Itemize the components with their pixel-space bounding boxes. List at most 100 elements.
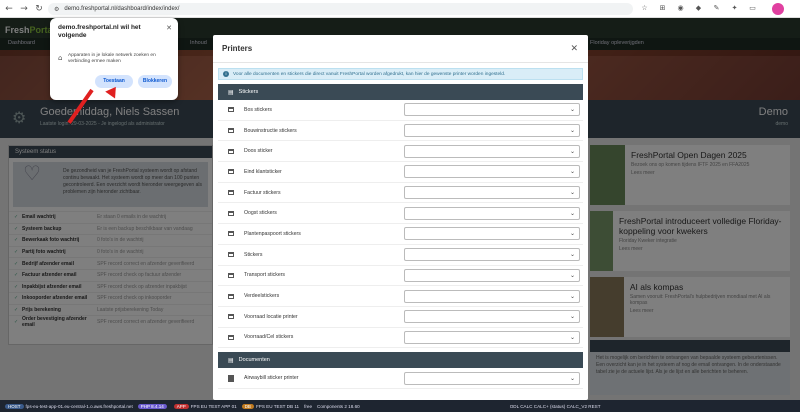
status-taskbar: HOST fps-eu-test-app-01.eu-central-1.o.aw… bbox=[0, 400, 800, 412]
forward-icon[interactable]: → bbox=[18, 3, 30, 15]
printer-label: Airwaybill sticker printer bbox=[244, 375, 299, 382]
sidepanel-icon[interactable]: ▭ bbox=[748, 4, 757, 13]
chevron-down-icon: ⌄ bbox=[569, 106, 575, 114]
printer-row: Oogst stickers ⌄ bbox=[218, 203, 583, 225]
printer-row: Stickers ⌄ bbox=[218, 245, 583, 266]
chevron-down-icon: ⌄ bbox=[569, 292, 575, 300]
extension-icon[interactable]: ⊞ bbox=[658, 4, 667, 13]
printer-label: Factuur stickers bbox=[244, 189, 281, 196]
section-documents-header: ▤ Documenten bbox=[218, 352, 583, 369]
printer-label: Verdeelstickers bbox=[244, 293, 280, 300]
chevron-down-icon: ⌄ bbox=[569, 230, 575, 238]
site-info-icon[interactable]: ⚙ bbox=[54, 6, 59, 13]
block-button[interactable]: Blokkeren bbox=[138, 75, 172, 88]
printer-label: Bouwinstructie stickers bbox=[244, 127, 297, 134]
section-stickers-title: Stickers bbox=[238, 89, 259, 95]
printer-label: Eind klantsticker bbox=[244, 168, 282, 175]
bookmark-star-icon[interactable]: ☆ bbox=[640, 4, 649, 13]
chevron-down-icon: ⌄ bbox=[569, 251, 575, 259]
printer-row: Eind klantsticker ⌄ bbox=[218, 162, 583, 183]
printer-select[interactable]: ⌄ bbox=[404, 165, 580, 179]
chevron-down-icon: ⌄ bbox=[569, 271, 575, 279]
chevron-down-icon: ⌄ bbox=[569, 189, 575, 197]
printer-icon bbox=[228, 169, 234, 175]
chevron-down-icon: ⌄ bbox=[569, 374, 575, 382]
taskbar-php: PHP 8.4.14 bbox=[137, 403, 169, 409]
printer-row: Airwaybill sticker printer ⌄ bbox=[218, 368, 583, 389]
printer-select[interactable]: ⌄ bbox=[404, 310, 580, 324]
printer-icon bbox=[228, 128, 234, 134]
taskbar-host: HOST fps-eu-test-app-01.eu-central-1.o.aw… bbox=[5, 403, 133, 409]
chevron-down-icon: ⌄ bbox=[569, 168, 575, 176]
printers-modal: Printers ✕ i Voor alle documenten en sti… bbox=[213, 35, 588, 400]
printer-icon bbox=[228, 190, 234, 196]
printer-icon bbox=[228, 293, 234, 299]
info-icon: i bbox=[223, 71, 229, 77]
printer-label: Transport stickers bbox=[244, 272, 286, 279]
printer-select[interactable]: ⌄ bbox=[404, 227, 580, 241]
section-documents-title: Documenten bbox=[238, 357, 270, 364]
address-bar[interactable]: ⚙ demo.freshportal.nl/dashboard/index/in… bbox=[48, 3, 633, 15]
taskbar-free: free bbox=[304, 403, 313, 409]
modal-title: Printers bbox=[222, 44, 253, 53]
printer-select[interactable]: ⌄ bbox=[404, 330, 580, 344]
printer-select[interactable]: ⌄ bbox=[404, 289, 580, 303]
printer-row: Factuur stickers ⌄ bbox=[218, 183, 583, 204]
profile-avatar[interactable] bbox=[772, 3, 784, 15]
printer-icon bbox=[228, 374, 234, 382]
printer-row: Plantenpaspoort stickers ⌄ bbox=[218, 224, 583, 245]
taskbar-db: DB FPS EU TEST DB 11 bbox=[241, 403, 299, 409]
taskbar-app: APP FPS EU TEST APP 01 bbox=[173, 403, 237, 409]
printer-row: Voorraad/Cel stickers ⌄ bbox=[218, 328, 583, 349]
info-alert: i Voor alle documenten en stickers die d… bbox=[218, 68, 583, 80]
permission-title: demo.freshportal.nl wil het volgende bbox=[58, 24, 141, 39]
printer-select[interactable]: ⌄ bbox=[404, 186, 580, 200]
printer-label: Plantenpaspoort stickers bbox=[244, 230, 301, 237]
printer-icon bbox=[228, 107, 234, 113]
printer-row: Verdeelstickers ⌄ bbox=[218, 286, 583, 307]
taskbar-components: Components 2 18.60 bbox=[317, 403, 360, 409]
printer-icon bbox=[228, 148, 234, 154]
network-devices-icon: ⌂ bbox=[58, 54, 63, 62]
printer-select[interactable]: ⌄ bbox=[404, 248, 580, 262]
section-stickers-header: ▤ Stickers bbox=[218, 84, 583, 100]
printer-select[interactable]: ⌄ bbox=[404, 268, 580, 282]
printer-icon: ▤ bbox=[228, 356, 234, 364]
printer-icon bbox=[228, 210, 234, 216]
printer-row: Doos sticker ⌄ bbox=[218, 141, 583, 163]
printer-label: Voorraad locatie printer bbox=[244, 313, 298, 320]
printer-label: Bos stickers bbox=[244, 106, 272, 113]
permission-text: Apparaten in je lokale netwerk zoeken en… bbox=[68, 53, 156, 64]
printer-select[interactable]: ⌄ bbox=[404, 124, 580, 138]
back-icon[interactable]: ← bbox=[3, 3, 15, 15]
printer-icon: ▤ bbox=[228, 88, 234, 96]
puzzle-icon[interactable]: ✦ bbox=[730, 4, 739, 13]
taskbar-calc: ODL CALC CALC+ (status) CALC_V2 REST bbox=[509, 403, 601, 409]
chevron-down-icon: ⌄ bbox=[569, 313, 575, 321]
extension-icon-4[interactable]: ✎ bbox=[712, 4, 721, 13]
printer-icon bbox=[228, 334, 234, 340]
extension-icon-2[interactable]: ◉ bbox=[676, 4, 685, 13]
printer-select[interactable]: ⌄ bbox=[404, 371, 580, 385]
chevron-down-icon: ⌄ bbox=[569, 333, 575, 341]
info-text: Voor alle documenten en stickers die dir… bbox=[233, 71, 506, 77]
printer-row: Bos stickers ⌄ bbox=[218, 100, 583, 121]
extension-icon-3[interactable]: ◆ bbox=[694, 4, 703, 13]
close-icon[interactable]: ✕ bbox=[570, 44, 578, 54]
printer-label: Stickers bbox=[244, 251, 263, 258]
printer-row: Transport stickers ⌄ bbox=[218, 266, 583, 287]
printer-label: Doos sticker bbox=[244, 148, 273, 155]
chevron-down-icon: ⌄ bbox=[569, 127, 575, 135]
printer-select[interactable]: ⌄ bbox=[404, 103, 580, 117]
printer-icon bbox=[228, 231, 234, 237]
printer-label: Oogst stickers bbox=[244, 210, 277, 217]
printer-icon bbox=[228, 272, 234, 278]
printer-select[interactable]: ⌄ bbox=[404, 144, 580, 158]
modal-header: Printers ✕ bbox=[213, 35, 588, 63]
printer-row: Bouwinstructie stickers ⌄ bbox=[218, 121, 583, 142]
printer-row: Voorraad locatie printer ⌄ bbox=[218, 307, 583, 328]
url-text: demo.freshportal.nl/dashboard/index/inde… bbox=[64, 6, 180, 12]
reload-icon[interactable]: ↻ bbox=[33, 3, 45, 15]
close-icon[interactable]: ✕ bbox=[166, 24, 172, 32]
printer-select[interactable]: ⌄ bbox=[404, 206, 580, 220]
